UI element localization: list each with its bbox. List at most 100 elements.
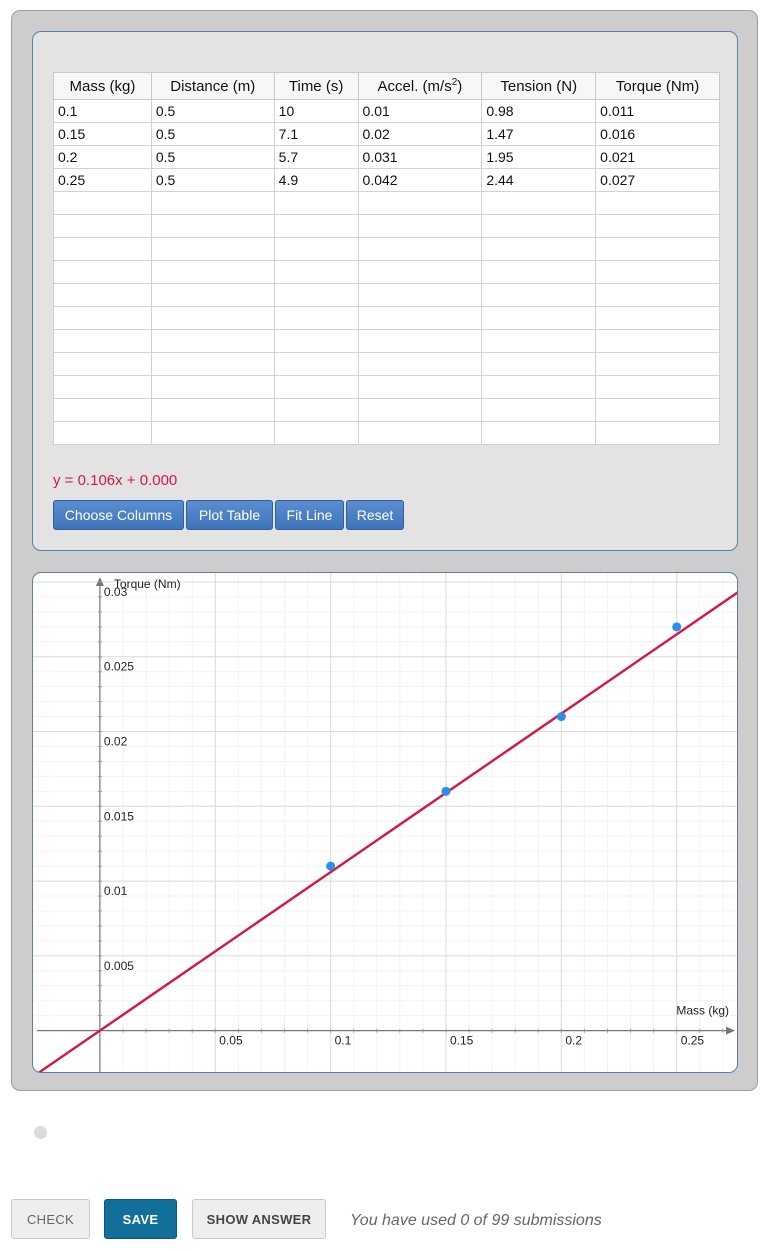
cell-empty[interactable] — [481, 421, 597, 445]
cell-distance[interactable]: 0.5 — [150, 145, 275, 169]
cell-empty[interactable] — [481, 352, 597, 376]
cell-empty[interactable] — [595, 375, 720, 399]
cell-empty[interactable] — [150, 329, 275, 353]
cell-empty[interactable] — [273, 352, 359, 376]
cell-empty[interactable] — [273, 283, 359, 307]
cell-empty[interactable] — [481, 375, 597, 399]
cell-empty[interactable] — [53, 352, 152, 376]
fit-line-button[interactable]: Fit Line — [275, 500, 344, 530]
cell-empty[interactable] — [150, 260, 275, 284]
cell-empty[interactable] — [273, 398, 359, 422]
cell-torque[interactable]: 0.016 — [595, 122, 720, 146]
cell-empty[interactable] — [595, 398, 720, 422]
choose-columns-button[interactable]: Choose Columns — [53, 500, 184, 530]
cell-distance[interactable]: 0.5 — [150, 122, 275, 146]
cell-accel[interactable]: 0.01 — [357, 99, 483, 123]
data-point[interactable] — [556, 712, 566, 722]
cell-accel[interactable]: 0.02 — [357, 122, 483, 146]
cell-tension[interactable]: 2.44 — [481, 168, 597, 192]
cell-empty[interactable] — [357, 421, 483, 445]
check-button[interactable]: CHECK — [11, 1199, 90, 1239]
cell-accel[interactable]: 0.031 — [357, 145, 483, 169]
cell-empty[interactable] — [53, 398, 152, 422]
cell-empty[interactable] — [53, 237, 152, 261]
cell-mass[interactable]: 0.25 — [53, 168, 152, 192]
data-point[interactable] — [672, 622, 682, 632]
cell-empty[interactable] — [481, 329, 597, 353]
cell-empty[interactable] — [595, 421, 720, 445]
cell-empty[interactable] — [53, 260, 152, 284]
cell-empty[interactable] — [481, 260, 597, 284]
cell-empty[interactable] — [481, 214, 597, 238]
cell-time[interactable]: 7.1 — [273, 122, 359, 146]
cell-empty[interactable] — [273, 306, 359, 330]
cell-empty[interactable] — [357, 352, 483, 376]
cell-empty[interactable] — [150, 191, 275, 215]
cell-time[interactable]: 4.9 — [273, 168, 359, 192]
cell-empty[interactable] — [53, 421, 152, 445]
cell-empty[interactable] — [357, 283, 483, 307]
cell-empty[interactable] — [150, 398, 275, 422]
cell-torque[interactable]: 0.021 — [595, 145, 720, 169]
save-button[interactable]: SAVE — [104, 1199, 177, 1239]
reset-button[interactable]: Reset — [346, 500, 404, 530]
cell-empty[interactable] — [273, 237, 359, 261]
cell-empty[interactable] — [150, 214, 275, 238]
cell-empty[interactable] — [150, 375, 275, 399]
cell-empty[interactable] — [357, 260, 483, 284]
cell-empty[interactable] — [53, 191, 152, 215]
cell-empty[interactable] — [481, 283, 597, 307]
data-point[interactable] — [326, 861, 336, 871]
cell-empty[interactable] — [357, 375, 483, 399]
cell-empty[interactable] — [357, 191, 483, 215]
data-point[interactable] — [441, 786, 451, 796]
cell-torque[interactable]: 0.027 — [595, 168, 720, 192]
cell-empty[interactable] — [273, 375, 359, 399]
cell-empty[interactable] — [53, 306, 152, 330]
cell-empty[interactable] — [150, 352, 275, 376]
cell-empty[interactable] — [481, 306, 597, 330]
cell-empty[interactable] — [595, 191, 720, 215]
cell-empty[interactable] — [481, 191, 597, 215]
scatter-plot[interactable]: 0.05 0.1 0.15 0.2 0.25 0.005 0.01 0.015 0.02 0.02… — [33, 573, 738, 1073]
cell-empty[interactable] — [273, 329, 359, 353]
cell-empty[interactable] — [273, 214, 359, 238]
cell-empty[interactable] — [357, 306, 483, 330]
cell-empty[interactable] — [357, 329, 483, 353]
cell-empty[interactable] — [53, 283, 152, 307]
cell-empty[interactable] — [357, 398, 483, 422]
cell-empty[interactable] — [273, 260, 359, 284]
cell-time[interactable]: 10 — [273, 99, 359, 123]
cell-accel[interactable]: 0.042 — [357, 168, 483, 192]
cell-empty[interactable] — [481, 398, 597, 422]
cell-empty[interactable] — [481, 237, 597, 261]
cell-mass[interactable]: 0.2 — [53, 145, 152, 169]
cell-empty[interactable] — [595, 283, 720, 307]
cell-empty[interactable] — [150, 237, 275, 261]
plot-panel[interactable]: 0.05 0.1 0.15 0.2 0.25 0.005 0.01 0.015 0.02 0.02… — [32, 572, 738, 1073]
cell-empty[interactable] — [595, 237, 720, 261]
cell-mass[interactable]: 0.15 — [53, 122, 152, 146]
cell-torque[interactable]: 0.011 — [595, 99, 720, 123]
plot-table-button[interactable]: Plot Table — [186, 500, 273, 530]
cell-empty[interactable] — [150, 283, 275, 307]
cell-empty[interactable] — [53, 329, 152, 353]
cell-tension[interactable]: 1.95 — [481, 145, 597, 169]
cell-empty[interactable] — [150, 421, 275, 445]
cell-tension[interactable]: 0.98 — [481, 99, 597, 123]
cell-empty[interactable] — [595, 260, 720, 284]
cell-empty[interactable] — [595, 214, 720, 238]
cell-empty[interactable] — [150, 306, 275, 330]
show-answer-button[interactable]: SHOW ANSWER — [192, 1199, 326, 1239]
cell-empty[interactable] — [273, 421, 359, 445]
cell-tension[interactable]: 1.47 — [481, 122, 597, 146]
cell-empty[interactable] — [53, 214, 152, 238]
cell-empty[interactable] — [273, 191, 359, 215]
cell-distance[interactable]: 0.5 — [150, 99, 275, 123]
cell-empty[interactable] — [53, 375, 152, 399]
cell-distance[interactable]: 0.5 — [150, 168, 275, 192]
cell-empty[interactable] — [595, 329, 720, 353]
cell-time[interactable]: 5.7 — [273, 145, 359, 169]
cell-empty[interactable] — [595, 306, 720, 330]
cell-empty[interactable] — [357, 214, 483, 238]
